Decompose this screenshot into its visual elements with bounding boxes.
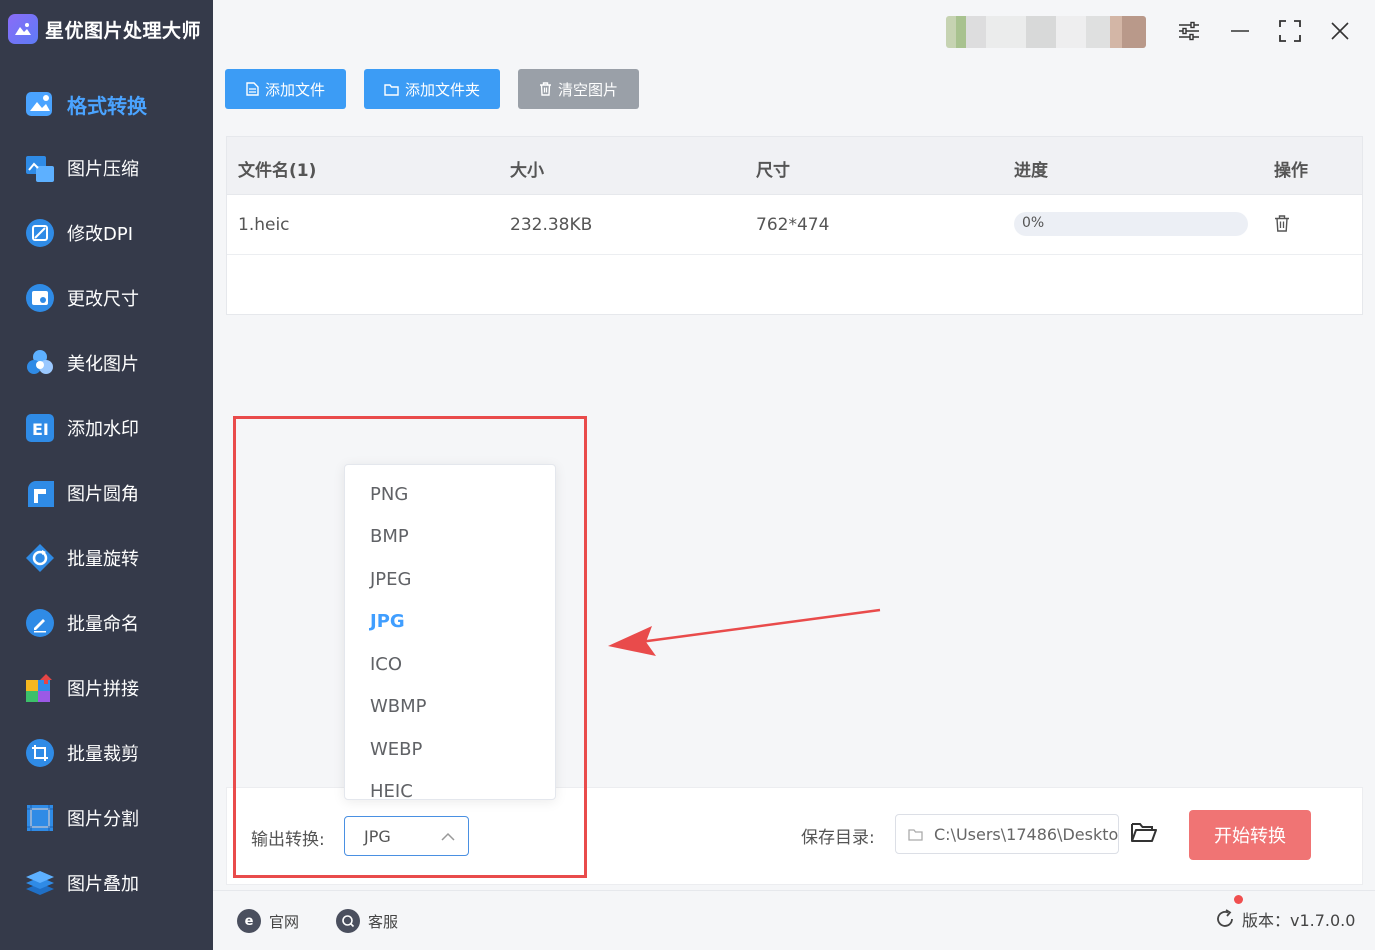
folder-icon <box>384 83 399 96</box>
sidebar-item-label: 更改尺寸 <box>67 289 139 310</box>
format-option-png[interactable]: PNG <box>370 484 408 505</box>
trash-icon <box>539 82 551 96</box>
minimize-icon[interactable] <box>1223 14 1257 48</box>
format-convert-icon <box>24 88 56 120</box>
sidebar-item-crop[interactable]: 批量裁剪 <box>24 733 204 773</box>
stitch-icon <box>24 672 56 704</box>
settings-icon[interactable] <box>1172 14 1206 48</box>
sidebar-item-rename[interactable]: 批量命名 <box>24 603 204 643</box>
file-dimensions-cell: 762*474 <box>756 215 830 235</box>
sidebar-item-stitch[interactable]: 图片拼接 <box>24 668 204 708</box>
sidebar-item-format-convert[interactable]: 格式转换 <box>24 84 204 124</box>
sidebar-item-label: 图片分割 <box>67 809 139 830</box>
sidebar-item-split[interactable]: 图片分割 <box>24 798 204 838</box>
file-table: 文件名(1) 大小 尺寸 进度 操作 1.heic 232.38KB 762*4… <box>226 136 1363 315</box>
sidebar-item-label: 格式转换 <box>67 93 147 118</box>
support-label: 客服 <box>368 912 399 931</box>
sidebar-item-watermark[interactable]: EI 添加水印 <box>24 408 204 448</box>
sidebar-item-label: 修改DPI <box>67 224 134 245</box>
add-folder-button[interactable]: 添加文件夹 <box>364 69 500 109</box>
support-icon <box>336 909 360 933</box>
user-avatar[interactable] <box>946 16 1146 48</box>
save-directory-value: C:\Users\17486\Desktop <box>934 825 1119 844</box>
sidebar-item-label: 图片压缩 <box>67 159 139 180</box>
clear-images-button[interactable]: 清空图片 <box>518 69 639 109</box>
update-notification-badge <box>1234 895 1243 904</box>
rotate-icon <box>24 542 56 574</box>
format-option-jpeg[interactable]: JPEG <box>370 569 411 590</box>
table-header: 文件名(1) 大小 尺寸 进度 操作 <box>227 137 1362 195</box>
sidebar-item-label: 图片拼接 <box>67 679 139 700</box>
sidebar-item-label: 图片叠加 <box>67 874 139 895</box>
column-header-dimensions: 尺寸 <box>756 161 790 181</box>
format-option-jpg[interactable]: JPG <box>370 611 405 632</box>
split-icon <box>24 802 56 834</box>
rename-icon <box>24 607 56 639</box>
format-dropdown: PNG BMP JPEG JPG ICO WBMP WEBP HEIC <box>344 464 556 800</box>
sidebar-item-label: 批量裁剪 <box>67 744 139 765</box>
version-info[interactable]: 版本：v1.7.0.0 <box>1214 906 1355 932</box>
crop-icon <box>24 737 56 769</box>
start-convert-button[interactable]: 开始转换 <box>1189 810 1311 860</box>
website-icon: e <box>237 909 261 933</box>
version-label: 版本：v1.7.0.0 <box>1242 911 1356 930</box>
sidebar-item-rotate[interactable]: 批量旋转 <box>24 538 204 578</box>
column-header-size: 大小 <box>510 161 544 181</box>
clear-images-label: 清空图片 <box>557 80 618 99</box>
add-file-label: 添加文件 <box>264 80 325 99</box>
sidebar-item-overlay[interactable]: 图片叠加 <box>24 863 204 903</box>
column-header-name: 文件名(1) <box>238 161 317 181</box>
sidebar-item-label: 美化图片 <box>67 354 139 375</box>
resize-icon <box>24 282 56 314</box>
add-folder-label: 添加文件夹 <box>404 80 480 99</box>
dpi-icon <box>24 217 56 249</box>
progress-bar: 0% <box>1014 212 1248 236</box>
website-link[interactable]: e 官网 <box>237 908 299 934</box>
sidebar-item-label: 批量命名 <box>67 614 139 635</box>
support-link[interactable]: 客服 <box>336 908 398 934</box>
format-option-heic[interactable]: HEIC <box>370 781 413 799</box>
sidebar-item-beautify[interactable]: 美化图片 <box>24 343 204 383</box>
sidebar-item-label: 批量旋转 <box>67 549 139 570</box>
column-header-action: 操作 <box>1274 161 1308 181</box>
sidebar: 星优图片处理大师 格式转换 图片压缩 修改DPI 更改尺寸 美化图片 EI 添加… <box>0 0 213 950</box>
format-option-ico[interactable]: ICO <box>370 654 402 675</box>
app-title: 星优图片处理大师 <box>8 13 201 45</box>
svg-text:EI: EI <box>32 420 49 439</box>
add-file-button[interactable]: 添加文件 <box>225 69 346 109</box>
beautify-icon <box>24 347 56 379</box>
table-row[interactable]: 1.heic 232.38KB 762*474 0% <box>227 195 1362 255</box>
round-corner-icon <box>24 477 56 509</box>
column-header-progress: 进度 <box>1014 161 1048 181</box>
sidebar-item-dpi[interactable]: 修改DPI <box>24 213 204 253</box>
sidebar-item-label: 添加水印 <box>67 419 139 440</box>
folder-icon <box>908 826 923 845</box>
browse-folder-icon[interactable] <box>1130 820 1158 848</box>
file-name-cell: 1.heic <box>238 215 290 235</box>
progress-text: 0% <box>1022 215 1045 231</box>
save-directory-label: 保存目录: <box>801 828 875 848</box>
close-icon[interactable] <box>1323 14 1357 48</box>
sidebar-item-label: 图片圆角 <box>67 484 139 505</box>
format-option-wbmp[interactable]: WBMP <box>370 696 427 717</box>
website-label: 官网 <box>269 912 300 931</box>
sidebar-item-resize[interactable]: 更改尺寸 <box>24 278 204 318</box>
watermark-icon: EI <box>24 412 56 444</box>
format-option-bmp[interactable]: BMP <box>370 526 409 547</box>
sidebar-item-compress[interactable]: 图片压缩 <box>24 148 204 188</box>
delete-icon[interactable] <box>1274 215 1290 236</box>
app-name: 星优图片处理大师 <box>45 19 202 42</box>
compress-icon <box>24 152 56 184</box>
sidebar-item-round-corner[interactable]: 图片圆角 <box>24 473 204 513</box>
refresh-icon <box>1214 908 1236 930</box>
save-directory-input[interactable]: C:\Users\17486\Desktop <box>895 814 1119 854</box>
maximize-icon[interactable] <box>1273 14 1307 48</box>
file-size-cell: 232.38KB <box>510 215 593 235</box>
annotation-arrow <box>608 608 881 656</box>
app-logo-icon <box>8 14 38 44</box>
file-icon <box>246 82 259 96</box>
overlay-icon <box>24 867 56 899</box>
format-option-webp[interactable]: WEBP <box>370 739 422 760</box>
